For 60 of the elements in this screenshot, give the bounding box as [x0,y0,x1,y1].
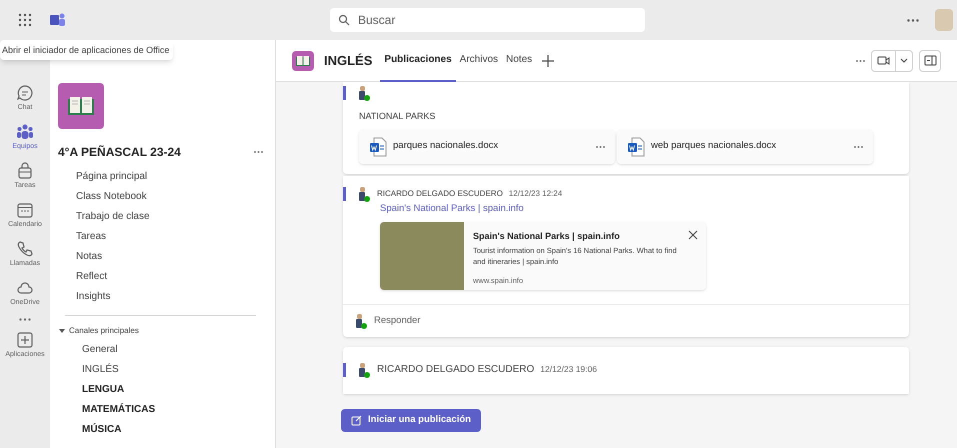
channel-item[interactable]: LENGUA [82,380,263,400]
side-panel-button[interactable] [919,50,941,72]
word-document-icon [627,136,645,156]
search-icon [338,14,350,26]
caret-icon [58,327,66,335]
search-field[interactable]: Buscar [330,8,645,32]
people-group-icon [16,123,34,141]
team-name: 4°A PEÑASCAL 23-24 [58,144,181,161]
add-app-icon [16,331,34,349]
post-time: 12/12/23 19:06 [540,363,597,376]
bag-icon [16,162,34,180]
post-link[interactable]: Spain's National Parks | spain.info [380,202,909,216]
meet-button[interactable] [871,50,913,72]
word-document-icon [369,136,387,156]
app-launcher-icon[interactable] [18,13,32,27]
author-name: RICARDO DELGADO ESCUDERO [377,188,503,200]
file-name: parques nacionales.docx [393,139,498,154]
teams-logo-icon [50,13,66,27]
team-nav-item[interactable]: Class Notebook [76,187,263,207]
post-subject: NATIONAL PARKS [359,110,436,123]
open-book-icon [66,95,96,117]
reply-button[interactable]: Responder [343,304,909,337]
channel-name: INGLÉS [324,52,372,70]
video-camera-icon [877,55,890,66]
team-nav-item[interactable]: Notas [76,247,263,267]
team-nav-item[interactable]: Insights [76,287,263,307]
add-tab-icon[interactable] [542,54,554,66]
channel-item[interactable]: INGLÉS [82,360,263,380]
person-avatar-icon [356,362,371,378]
panel-icon [924,55,936,66]
more-icon [19,318,31,321]
channel-item[interactable]: MATEMÁTICAS [82,400,263,420]
channel-item[interactable]: MÚSICA [82,420,263,440]
tooltip: Abrir el iniciador de aplicaciones de Office [0,40,173,60]
phone-icon [16,240,34,258]
file-attachment[interactable]: web parques nacionales.docx [617,130,873,164]
open-book-icon [295,54,311,66]
new-post-button[interactable]: Iniciar una publicación [341,409,481,432]
channel-tab[interactable]: Notes [502,40,536,82]
team-nav-item[interactable]: Página principal [76,167,263,187]
channel-item[interactable]: General [82,340,263,360]
file-attachment[interactable]: parques nacionales.docx [359,130,615,164]
channels-section-toggle[interactable]: Canales principales [58,325,139,337]
calendar-icon [16,201,34,219]
post-time: 12/12/23 12:24 [508,188,562,200]
more-icon[interactable] [907,18,919,22]
person-avatar-icon [356,85,371,101]
author-name: RICARDO DELGADO ESCUDERO [377,363,534,378]
file-name: web parques nacionales.docx [651,139,776,154]
person-avatar-icon [353,312,368,329]
close-icon[interactable] [688,230,698,240]
preview-title: Spain's National Parks | spain.info [473,230,620,243]
team-nav-item[interactable]: Reflect [76,267,263,287]
team-nav-item[interactable]: Trabajo de clase [76,207,263,227]
person-avatar-icon [356,186,371,202]
chat-bubble-icon [16,84,34,102]
team-nav-item[interactable]: Tareas [76,227,263,247]
channel-tab[interactable]: Archivos [456,40,502,82]
compose-icon [351,415,362,426]
chevron-down-icon [900,58,908,63]
